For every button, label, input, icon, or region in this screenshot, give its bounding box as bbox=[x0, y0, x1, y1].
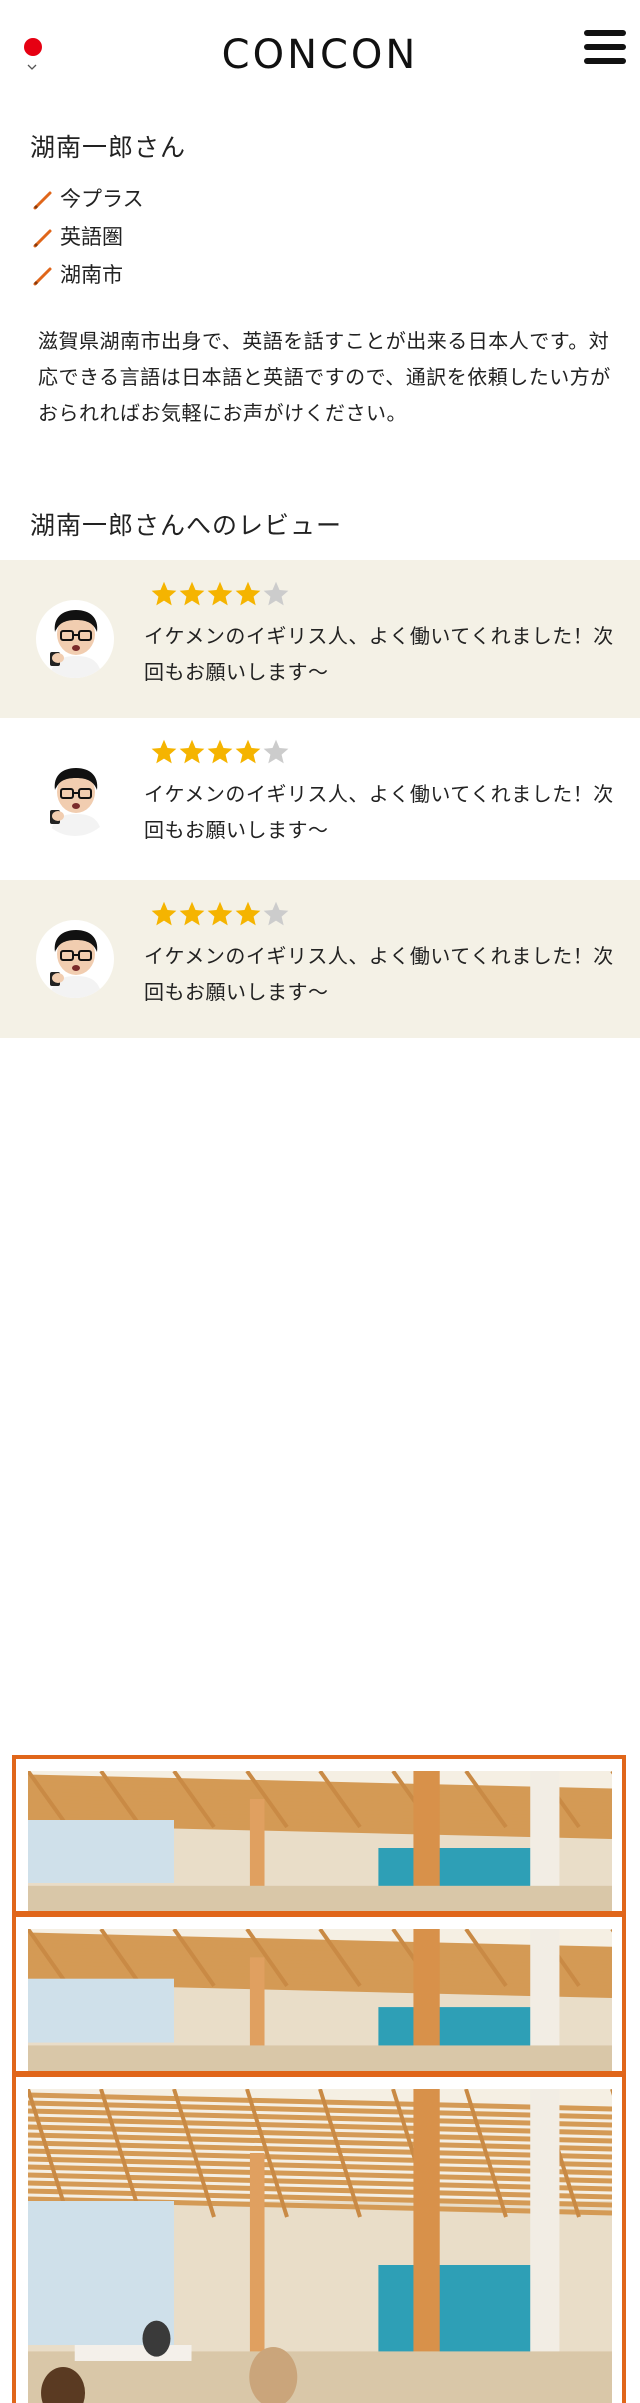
profile-name: 湖南一郎さん bbox=[30, 133, 187, 162]
profile-tag: 湖南市 bbox=[32, 258, 144, 296]
star-filled-icon bbox=[151, 901, 177, 926]
review-text: イケメンのイギリス人、よく働いてくれました！次回もお願いします〜 bbox=[144, 782, 614, 842]
red-circle-flag-icon bbox=[24, 38, 42, 56]
pencil-icon bbox=[33, 267, 52, 286]
star-filled-icon bbox=[179, 739, 205, 764]
star-filled-icon bbox=[151, 739, 177, 764]
star-filled-icon bbox=[207, 901, 233, 926]
office-interior-photo bbox=[28, 1771, 612, 1911]
profile-tag: 今プラス bbox=[32, 182, 144, 220]
review-text: イケメンのイギリス人、よく働いてくれました！次回もお願いします〜 bbox=[144, 624, 614, 684]
review-card: イケメンのイギリス人、よく働いてくれました！次回もお願いします〜 bbox=[0, 880, 640, 1038]
chevron-down-icon bbox=[27, 64, 37, 70]
avatar bbox=[36, 758, 114, 836]
star-filled-icon bbox=[151, 581, 177, 606]
avatar bbox=[36, 600, 114, 678]
star-empty-icon bbox=[263, 581, 289, 606]
pencil-icon bbox=[33, 191, 52, 210]
review-card: イケメンのイギリス人、よく働いてくれました！次回もお願いします〜 bbox=[0, 560, 640, 718]
pencil-icon bbox=[33, 229, 52, 248]
star-filled-icon bbox=[179, 901, 205, 926]
concon-logo[interactable]: CONCON bbox=[170, 26, 470, 80]
star-filled-icon bbox=[207, 581, 233, 606]
star-empty-icon bbox=[263, 739, 289, 764]
review-card: イケメンのイギリス人、よく働いてくれました！次回もお願いします〜 bbox=[0, 718, 640, 876]
hamburger-menu-icon[interactable] bbox=[584, 30, 626, 70]
star-filled-icon bbox=[235, 739, 261, 764]
profile-tags: 今プラス 英語圏 湖南市 bbox=[32, 182, 144, 296]
star-filled-icon bbox=[207, 739, 233, 764]
star-filled-icon bbox=[235, 901, 261, 926]
profile-tag: 英語圏 bbox=[32, 220, 144, 258]
gallery-photo-frame[interactable] bbox=[12, 1913, 626, 2075]
avatar bbox=[36, 920, 114, 998]
office-interior-photo bbox=[28, 1929, 612, 2071]
language-selector[interactable] bbox=[22, 38, 44, 70]
reviews-title: 湖南一郎さんへのレビュー bbox=[30, 511, 343, 540]
logo-text: CONCON bbox=[222, 32, 419, 78]
review-text: イケメンのイギリス人、よく働いてくれました！次回もお願いします〜 bbox=[144, 944, 614, 1004]
profile-tag-label: 湖南市 bbox=[60, 263, 123, 287]
gallery-photo-frame[interactable] bbox=[12, 1755, 626, 1915]
profile-tag-label: 英語圏 bbox=[60, 225, 123, 249]
site-header: CONCON bbox=[0, 0, 640, 110]
star-empty-icon bbox=[263, 901, 289, 926]
profile-tag-label: 今プラス bbox=[60, 187, 144, 211]
office-interior-photo bbox=[28, 2089, 612, 2403]
profile-bio: 滋賀県湖南市出身で、英語を話すことが出来る日本人です。対応できる言語は日本語と英… bbox=[38, 329, 611, 425]
star-filled-icon bbox=[235, 581, 261, 606]
star-filled-icon bbox=[179, 581, 205, 606]
gallery-photo-frame[interactable] bbox=[12, 2073, 626, 2403]
photo-gallery bbox=[12, 1755, 626, 2403]
